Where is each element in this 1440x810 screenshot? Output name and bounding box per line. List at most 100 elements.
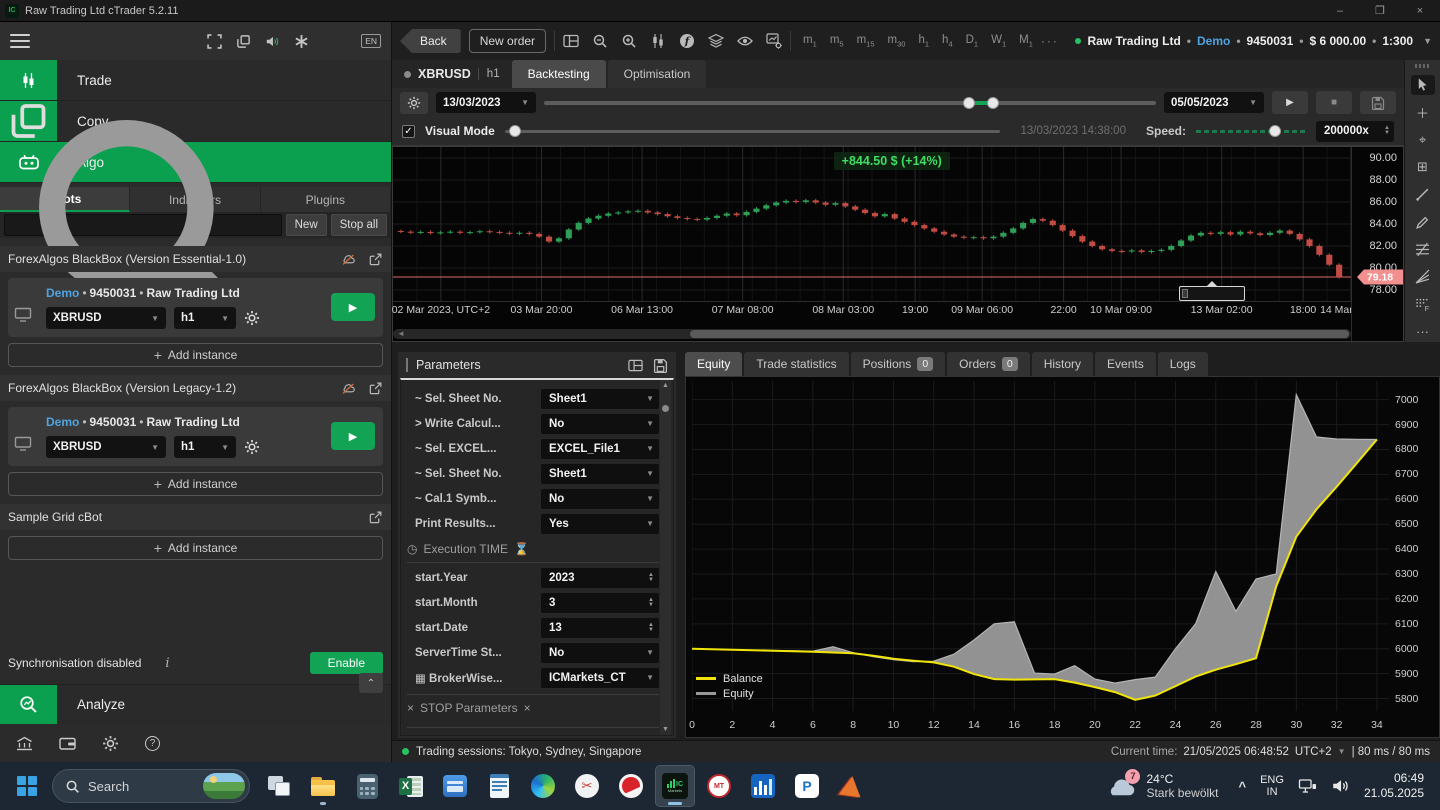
instance-settings-icon[interactable] xyxy=(244,439,260,455)
playback-progress-slider[interactable] xyxy=(505,130,1001,133)
tab-equity[interactable]: Equity xyxy=(685,352,742,376)
tab-events[interactable]: Events xyxy=(1095,352,1156,376)
speed-multiplier-stepper[interactable]: 200000x ▲▼ xyxy=(1316,121,1394,142)
taskbar-app-excel[interactable]: X xyxy=(392,766,430,806)
symbol-select[interactable]: XBRUSD▼ xyxy=(46,307,166,329)
cbot-search-input[interactable] xyxy=(4,214,282,236)
timeframe-M1[interactable]: M1 xyxy=(1019,34,1033,48)
zoom-in-icon[interactable] xyxy=(621,33,637,49)
taskbar-app-stats-blue-app[interactable] xyxy=(744,766,782,806)
tab-symbol[interactable]: XBRUSD h1 xyxy=(392,60,512,88)
timezone-value[interactable]: UTC+2 xyxy=(1295,746,1332,758)
enable-sync-button[interactable]: Enable xyxy=(310,652,383,674)
detach-icon[interactable] xyxy=(207,34,222,49)
chart-type-icon[interactable] xyxy=(650,33,666,49)
scrollbar-thumb[interactable] xyxy=(662,405,669,412)
backtest-settings-button[interactable] xyxy=(400,92,428,114)
chart-scrollbar-thumb[interactable] xyxy=(690,330,1349,338)
objects-icon[interactable] xyxy=(708,33,724,49)
parameters-scrollbar[interactable]: ▲ ▼ xyxy=(660,380,671,735)
wallet-icon[interactable] xyxy=(59,735,76,752)
taskbar-app-p-app[interactable]: P xyxy=(788,766,826,806)
timeframe-m30[interactable]: m30 xyxy=(888,34,906,48)
taskbar-app-edge[interactable] xyxy=(524,766,562,806)
info-icon[interactable]: i xyxy=(151,656,169,671)
indicators-icon[interactable]: f xyxy=(679,33,695,49)
timeframe-W1[interactable]: W1 xyxy=(991,34,1006,48)
playback-handle[interactable] xyxy=(509,125,521,137)
minimize-button[interactable]: – xyxy=(1320,0,1360,21)
taskbar-app-notepad[interactable] xyxy=(480,766,518,806)
more-timeframes-button[interactable]: ··· xyxy=(1041,34,1059,48)
playback-marker[interactable] xyxy=(1179,286,1245,301)
tab-plugins[interactable]: Plugins xyxy=(261,187,391,212)
end-date-select[interactable]: 05/05/2023▼ xyxy=(1164,92,1264,113)
new-cbot-button[interactable]: New xyxy=(286,214,327,236)
sync-disabled-icon[interactable] xyxy=(341,381,356,396)
taskbar-search[interactable]: Search xyxy=(52,769,250,803)
parameter-stepper[interactable]: 2023▲▼ xyxy=(541,568,659,588)
taskbar-app-icmarkets-ctrader[interactable]: ICMarkets xyxy=(656,766,694,806)
start-date-select[interactable]: 13/03/2023▼ xyxy=(436,92,536,113)
crosshair-tool[interactable]: ＋ xyxy=(1411,102,1435,122)
sound-icon[interactable] xyxy=(265,34,280,49)
add-instance-button[interactable]: +Add instance xyxy=(8,472,383,496)
volume-icon[interactable] xyxy=(1331,778,1350,794)
share-icon[interactable] xyxy=(368,381,383,396)
start-instance-button[interactable]: ▶ xyxy=(331,422,375,450)
pattern-tool[interactable]: F xyxy=(1411,294,1435,314)
tab-trade-statistics[interactable]: Trade statistics xyxy=(744,352,848,376)
cbot-header[interactable]: Sample Grid cBot xyxy=(0,504,391,530)
speed-handle[interactable] xyxy=(1269,125,1281,137)
drag-handle-icon[interactable] xyxy=(1415,64,1431,68)
chart-plot-area[interactable]: +844.50 $ (+14%) 02 Mar 2023, UTC+203 Ma… xyxy=(393,147,1351,341)
share-icon[interactable] xyxy=(368,252,383,267)
save-preset-icon[interactable] xyxy=(653,358,668,373)
range-end-handle[interactable] xyxy=(987,97,999,109)
parameter-select[interactable]: No▼ xyxy=(541,643,659,663)
maximize-button[interactable]: ❐ xyxy=(1360,0,1400,21)
parameter-select[interactable]: ICMarkets_CT▼ xyxy=(541,668,659,688)
account-selector[interactable]: Raw Trading Ltd• Demo• 9450031• $ 6 000.… xyxy=(1075,34,1432,48)
taskbar-app-matlab[interactable] xyxy=(832,766,870,806)
taskbar-clock[interactable]: 06:4921.05.2025 xyxy=(1364,771,1424,801)
taskbar-app-mt-red-app[interactable]: MT xyxy=(700,766,738,806)
tab-optimisation[interactable]: Optimisation xyxy=(608,60,707,88)
chart-options-icon[interactable] xyxy=(766,33,782,49)
stop-all-button[interactable]: Stop all xyxy=(331,214,387,236)
language-badge[interactable]: EN xyxy=(361,34,381,48)
visibility-icon[interactable] xyxy=(737,33,753,49)
pointer-tool[interactable] xyxy=(1411,75,1435,95)
taskbar-app-file-explorer[interactable] xyxy=(304,766,342,806)
timeframe-select[interactable]: h1▼ xyxy=(174,307,236,329)
trendline-tool[interactable] xyxy=(1411,184,1435,204)
timeframe-D1[interactable]: D1 xyxy=(966,34,978,48)
help-icon[interactable]: ? xyxy=(145,736,160,751)
parameter-select[interactable]: No▼ xyxy=(541,489,659,509)
chart-scrollbar[interactable]: ◄ xyxy=(393,329,1351,339)
scroll-up-icon[interactable]: ▲ xyxy=(662,382,669,389)
instance-settings-icon[interactable] xyxy=(244,310,260,326)
settings-gear-icon[interactable] xyxy=(102,735,119,752)
speed-slider[interactable] xyxy=(1196,130,1306,133)
scroll-down-icon[interactable]: ▼ xyxy=(662,726,669,733)
date-range-slider[interactable] xyxy=(544,101,1156,105)
taskbar-app-calculator[interactable] xyxy=(348,766,386,806)
sidebar-item-analyze[interactable]: ⌃ Analyze xyxy=(0,684,391,724)
close-button[interactable]: × xyxy=(1400,0,1440,21)
plugins-icon[interactable] xyxy=(294,34,309,49)
report-button[interactable] xyxy=(1360,91,1396,114)
parameter-select[interactable]: No▼ xyxy=(541,414,659,434)
symbol-select[interactable]: XBRUSD▼ xyxy=(46,436,166,458)
visual-mode-checkbox[interactable]: ✓ xyxy=(402,125,415,138)
tab-backtesting[interactable]: Backtesting xyxy=(512,60,606,88)
stop-backtest-button[interactable]: ■ xyxy=(1316,91,1352,114)
taskbar-app-task-view[interactable] xyxy=(260,766,298,806)
taskbar-app-broker-red-app[interactable] xyxy=(612,766,650,806)
cbot-header[interactable]: ForexAlgos BlackBox (Version Legacy-1.2) xyxy=(0,375,391,401)
tab-positions[interactable]: Positions0 xyxy=(851,352,946,376)
sync-disabled-icon[interactable] xyxy=(341,252,356,267)
parameter-stepper[interactable]: 13▲▼ xyxy=(541,618,659,638)
parameter-select[interactable]: Sheet1▼ xyxy=(541,389,659,409)
cbot-header[interactable]: ForexAlgos BlackBox (Version Essential-1… xyxy=(0,246,391,272)
